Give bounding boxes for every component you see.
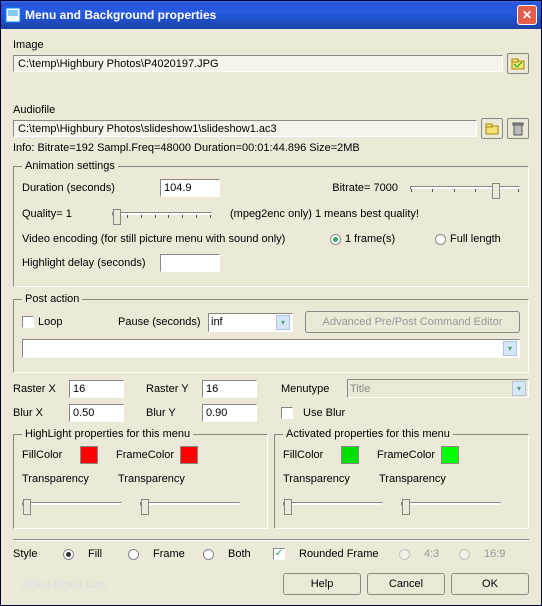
watermark-text: digital-digest.com (21, 579, 107, 591)
raster-x-input[interactable] (69, 380, 124, 398)
menutype-dropdown: Title▾ (347, 379, 529, 398)
ar-169-label: 16:9 (484, 548, 505, 560)
activated-legend: Activated properties for this menu (283, 428, 453, 440)
act-frame-swatch[interactable] (441, 446, 459, 464)
audio-browse-button[interactable] (481, 118, 503, 139)
highlight-legend: HighLight properties for this menu (22, 428, 193, 440)
animation-legend: Animation settings (22, 160, 118, 172)
highlight-delay-input[interactable] (160, 254, 220, 272)
act-trans2-label: Transparency (379, 473, 457, 485)
rounded-frame-label: Rounded Frame (299, 548, 389, 560)
use-blur-label: Use Blur (303, 407, 345, 419)
help-button[interactable]: Help (283, 573, 361, 595)
animation-fieldset: Animation settings Duration (seconds) Bi… (13, 160, 529, 287)
act-trans1-slider[interactable] (283, 494, 383, 514)
one-frame-radio[interactable] (330, 234, 341, 245)
full-length-radio[interactable] (435, 234, 446, 245)
style-both-label: Both (228, 548, 263, 560)
hl-frame-swatch[interactable] (180, 446, 198, 464)
app-icon (5, 7, 21, 23)
hl-trans2-slider[interactable] (140, 494, 240, 514)
ar-43-radio (399, 549, 410, 560)
image-browse-button[interactable] (507, 53, 529, 74)
menutype-label: Menutype (281, 383, 341, 395)
pause-label: Pause (seconds) (118, 316, 208, 328)
duration-input[interactable] (160, 179, 220, 197)
act-fill-swatch[interactable] (341, 446, 359, 464)
quality-label: Quality= 1 (22, 208, 112, 220)
blur-x-label: Blur X (13, 407, 63, 419)
post-command-dropdown[interactable]: ▾ (22, 339, 520, 358)
ar-169-radio (459, 549, 470, 560)
act-fill-label: FillColor (283, 449, 341, 461)
bitrate-label: Bitrate= 7000 (332, 182, 398, 194)
style-fill-label: Fill (88, 548, 118, 560)
use-blur-checkbox[interactable] (281, 407, 293, 419)
highlight-fieldset: HighLight properties for this menu FillC… (13, 428, 268, 529)
blur-x-input[interactable] (69, 404, 124, 422)
image-label: Image (13, 39, 529, 51)
full-length-label: Full length (450, 233, 520, 245)
blur-y-label: Blur Y (146, 407, 196, 419)
duration-label: Duration (seconds) (22, 182, 160, 194)
audio-path-field[interactable]: C:\temp\Highbury Photos\slideshow1\slide… (13, 120, 477, 137)
act-trans2-slider[interactable] (401, 494, 501, 514)
post-action-fieldset: Post action Loop Pause (seconds) inf▾ Ad… (13, 293, 529, 373)
quality-slider[interactable] (112, 204, 212, 224)
post-action-legend: Post action (22, 293, 82, 305)
raster-x-label: Raster X (13, 383, 63, 395)
style-frame-label: Frame (153, 548, 193, 560)
window-title: Menu and Background properties (25, 8, 517, 22)
one-frame-label: 1 frame(s) (345, 233, 435, 245)
hl-trans2-label: Transparency (118, 473, 196, 485)
loop-checkbox[interactable] (22, 316, 34, 328)
blur-y-input[interactable] (202, 404, 257, 422)
advanced-editor-button: Advanced Pre/Post Command Editor (305, 311, 520, 333)
hl-fill-label: FillColor (22, 449, 80, 461)
audio-delete-button[interactable] (507, 118, 529, 139)
act-frame-label: FrameColor (377, 449, 441, 461)
close-button[interactable]: ✕ (517, 5, 537, 25)
audio-label: Audiofile (13, 104, 529, 116)
hl-trans1-label: Transparency (22, 473, 100, 485)
activated-fieldset: Activated properties for this menu FillC… (274, 428, 529, 529)
hl-frame-label: FrameColor (116, 449, 180, 461)
quality-note: (mpeg2enc only) 1 means best quality! (230, 208, 419, 220)
highlight-delay-label: Highlight delay (seconds) (22, 257, 160, 269)
audio-info-text: Info: Bitrate=192 Sampl.Freq=48000 Durat… (13, 142, 529, 154)
ok-button[interactable]: OK (451, 573, 529, 595)
style-label: Style (13, 548, 53, 560)
bitrate-slider[interactable] (410, 178, 520, 198)
loop-label: Loop (38, 316, 118, 328)
cancel-button[interactable]: Cancel (367, 573, 445, 595)
rounded-frame-checkbox[interactable] (273, 548, 285, 560)
ar-43-label: 4:3 (424, 548, 449, 560)
hl-fill-swatch[interactable] (80, 446, 98, 464)
raster-y-label: Raster Y (146, 383, 196, 395)
act-trans1-label: Transparency (283, 473, 361, 485)
style-both-radio[interactable] (203, 549, 214, 560)
video-encoding-label: Video encoding (for still picture menu w… (22, 233, 330, 245)
image-path-field[interactable]: C:\temp\Highbury Photos\P4020197.JPG (13, 55, 503, 72)
style-fill-radio[interactable] (63, 549, 74, 560)
pause-dropdown[interactable]: inf▾ (208, 313, 293, 332)
raster-y-input[interactable] (202, 380, 257, 398)
style-frame-radio[interactable] (128, 549, 139, 560)
hl-trans1-slider[interactable] (22, 494, 122, 514)
